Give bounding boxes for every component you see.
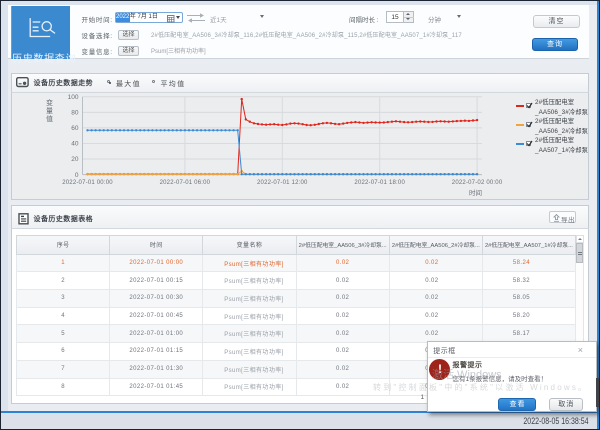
svg-text:40: 40 [71, 141, 79, 148]
svg-text:20: 20 [71, 156, 79, 163]
svg-text:2022-07-01 18:00: 2022-07-01 18:00 [354, 180, 405, 186]
svg-text:80: 80 [71, 110, 79, 117]
svg-text:2022-07-01 06:00: 2022-07-01 06:00 [160, 180, 211, 186]
svg-text:0: 0 [75, 172, 79, 179]
svg-text:100: 100 [68, 94, 79, 101]
svg-text:2022-07-01 00:00: 2022-07-01 00:00 [62, 180, 113, 186]
svg-text:2022-07-02 00:00: 2022-07-02 00:00 [452, 180, 503, 186]
svg-text:2022-07-01 12:00: 2022-07-01 12:00 [257, 180, 308, 186]
svg-text:60: 60 [71, 125, 79, 132]
